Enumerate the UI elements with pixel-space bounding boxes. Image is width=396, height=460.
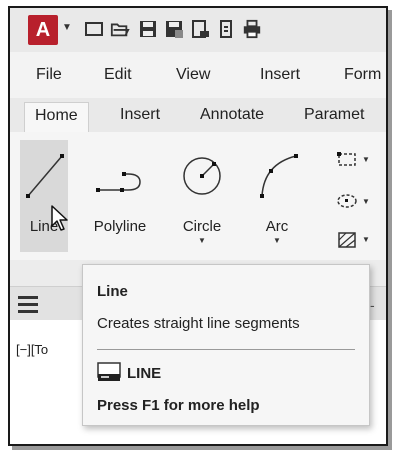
polyline-icon [84,146,156,211]
draw-panel: Line Polyline Circle ▼ Arc ▼ ▼ ▼ ▼ [10,132,386,260]
tabs-overflow-icon[interactable]: - [370,297,375,313]
hatch-icon [336,232,358,254]
export-icon[interactable] [190,18,210,40]
open-icon[interactable] [110,18,130,40]
application-menu-arrow-icon[interactable]: ▼ [62,22,72,33]
line-icon [20,146,68,211]
menu-item-format[interactable]: Form [344,66,381,84]
tooltip-description: Creates straight line segments [97,315,300,332]
arc-icon [250,146,304,211]
polyline-label: Polyline [93,218,147,235]
viewport-controls[interactable]: [−][To [16,342,48,357]
rectangle-icon [336,152,358,172]
arc-button[interactable]: Arc ▼ [250,140,304,252]
tooltip-command: LINE [127,365,162,382]
new-icon[interactable] [84,18,104,40]
menu-icon[interactable] [18,296,38,317]
autocad-window: A ▼ File Edit View Insert Form Home Inse… [8,6,388,446]
menu-bar: File Edit View Insert Form [10,52,386,98]
tooltip-title: Line [97,283,128,300]
circle-label: Circle [182,218,222,235]
circle-icon [170,146,234,211]
mouse-cursor-icon [50,204,70,237]
tooltip-help-text: Press F1 for more help [97,397,260,414]
circle-button[interactable]: Circle ▼ [170,140,234,252]
line-tooltip: Line Creates straight line segments LINE… [82,264,370,426]
menu-item-view[interactable]: View [176,66,210,84]
tooltip-divider [97,349,355,350]
tab-home[interactable]: Home [24,102,89,133]
share-icon[interactable] [216,18,236,40]
print-icon[interactable] [242,18,262,40]
tab-insert[interactable]: Insert [120,106,160,124]
command-line-icon [97,361,121,388]
save-icon[interactable] [138,18,158,40]
tab-parametric[interactable]: Paramet [304,106,364,124]
rectangle-tool[interactable]: ▼ [336,150,376,174]
ellipse-icon [336,194,358,214]
menu-item-edit[interactable]: Edit [104,66,132,84]
tab-annotate[interactable]: Annotate [200,106,264,124]
application-button[interactable]: A [28,15,58,45]
arc-label: Arc [265,218,289,235]
rectangle-dropdown-arrow-icon[interactable]: ▼ [362,155,370,164]
ellipse-dropdown-arrow-icon[interactable]: ▼ [362,197,370,206]
circle-dropdown-arrow-icon[interactable]: ▼ [170,236,234,245]
polyline-button[interactable]: Polyline [84,140,156,252]
ribbon-tabs: Home Insert Annotate Paramet [10,98,386,133]
ellipse-tool[interactable]: ▼ [336,192,376,216]
hatch-dropdown-arrow-icon[interactable]: ▼ [362,235,370,244]
menu-item-file[interactable]: File [36,66,62,84]
arc-dropdown-arrow-icon[interactable]: ▼ [250,236,304,245]
hatch-tool[interactable]: ▼ [336,230,376,254]
save-as-icon[interactable] [164,18,184,40]
quick-access-toolbar: A ▼ [10,8,386,52]
menu-item-insert[interactable]: Insert [260,66,300,84]
